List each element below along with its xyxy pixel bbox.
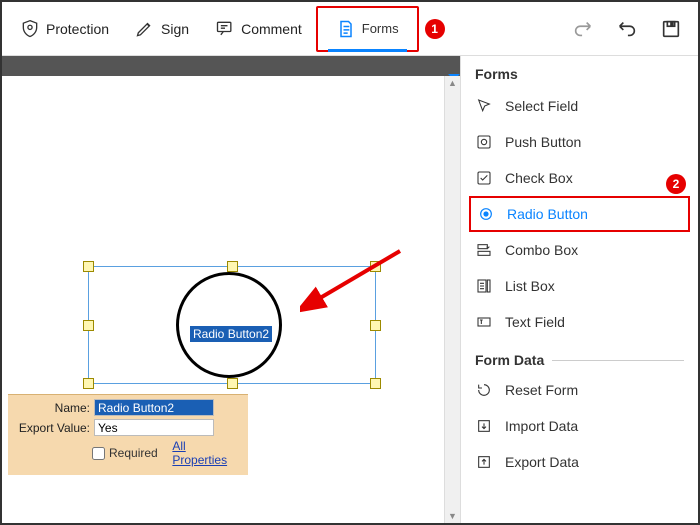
forms-label: Forms bbox=[362, 21, 399, 36]
save-button[interactable] bbox=[650, 6, 692, 52]
redo-icon bbox=[572, 18, 594, 40]
reset-form-button[interactable]: Reset Form bbox=[461, 372, 698, 408]
annotation-arrow bbox=[300, 246, 410, 316]
sign-label: Sign bbox=[161, 21, 189, 37]
list-icon bbox=[475, 278, 493, 294]
annotation-1: 1 bbox=[425, 19, 445, 39]
push-button-tool[interactable]: Push Button bbox=[461, 124, 698, 160]
form-page-icon bbox=[336, 19, 356, 39]
export-value-input[interactable] bbox=[94, 419, 214, 436]
undo-icon bbox=[616, 18, 638, 40]
radio-button-tool[interactable]: Radio Button bbox=[469, 196, 690, 232]
export-value-label: Export Value: bbox=[14, 421, 94, 435]
resize-handle[interactable] bbox=[83, 261, 94, 272]
undo-button[interactable] bbox=[606, 6, 648, 52]
shield-icon bbox=[20, 19, 40, 39]
combo-box-tool[interactable]: Combo Box bbox=[461, 232, 698, 268]
list-box-tool[interactable]: List Box bbox=[461, 268, 698, 304]
export-icon bbox=[475, 454, 493, 470]
main-toolbar: Protection Sign Comment Forms 1 bbox=[2, 2, 698, 56]
protection-label: Protection bbox=[46, 21, 109, 37]
resize-handle[interactable] bbox=[83, 320, 94, 331]
import-data-button[interactable]: Import Data bbox=[461, 408, 698, 444]
sign-tab[interactable]: Sign bbox=[123, 6, 201, 52]
resize-handle[interactable] bbox=[370, 378, 381, 389]
forms-side-panel: Forms Select Field Push Button Check Box… bbox=[460, 56, 698, 523]
field-properties-panel: Name: Export Value: Required All Propert… bbox=[8, 394, 248, 475]
canvas[interactable]: Radio Button2 Name: Export Value: Requir… bbox=[2, 56, 460, 523]
checkbox-icon bbox=[475, 170, 493, 186]
save-icon bbox=[660, 18, 682, 40]
resize-handle[interactable] bbox=[227, 378, 238, 389]
import-icon bbox=[475, 418, 493, 434]
side-panel-title: Forms bbox=[461, 66, 698, 88]
text-field-tool[interactable]: Text Field bbox=[461, 304, 698, 340]
forms-tab[interactable]: Forms bbox=[316, 6, 419, 52]
select-field-tool[interactable]: Select Field bbox=[461, 88, 698, 124]
comment-icon bbox=[215, 19, 235, 39]
comment-label: Comment bbox=[241, 21, 302, 37]
cursor-icon bbox=[475, 98, 493, 114]
name-label: Name: bbox=[14, 401, 94, 415]
name-input[interactable] bbox=[94, 399, 214, 416]
radio-icon bbox=[477, 206, 495, 222]
resize-handle[interactable] bbox=[227, 261, 238, 272]
required-checkbox[interactable] bbox=[92, 447, 105, 460]
radio-button-field[interactable] bbox=[176, 272, 282, 378]
pen-icon bbox=[135, 19, 155, 39]
check-box-tool[interactable]: Check Box bbox=[461, 160, 698, 196]
reset-icon bbox=[475, 382, 493, 398]
push-button-icon bbox=[475, 134, 493, 150]
resize-handle[interactable] bbox=[370, 320, 381, 331]
export-data-button[interactable]: Export Data bbox=[461, 444, 698, 480]
vertical-scrollbar[interactable] bbox=[444, 76, 460, 523]
annotation-2: 2 bbox=[666, 174, 686, 194]
redo-button[interactable] bbox=[562, 6, 604, 52]
form-data-header: Form Data bbox=[461, 340, 698, 372]
comment-tab[interactable]: Comment bbox=[203, 6, 314, 52]
resize-handle[interactable] bbox=[83, 378, 94, 389]
text-field-icon bbox=[475, 314, 493, 330]
all-properties-link[interactable]: All Properties bbox=[172, 439, 242, 467]
required-label: Required bbox=[109, 446, 158, 460]
field-label: Radio Button2 bbox=[190, 326, 272, 342]
ruler-strip bbox=[2, 56, 460, 76]
protection-tab[interactable]: Protection bbox=[8, 6, 121, 52]
combo-icon bbox=[475, 242, 493, 258]
